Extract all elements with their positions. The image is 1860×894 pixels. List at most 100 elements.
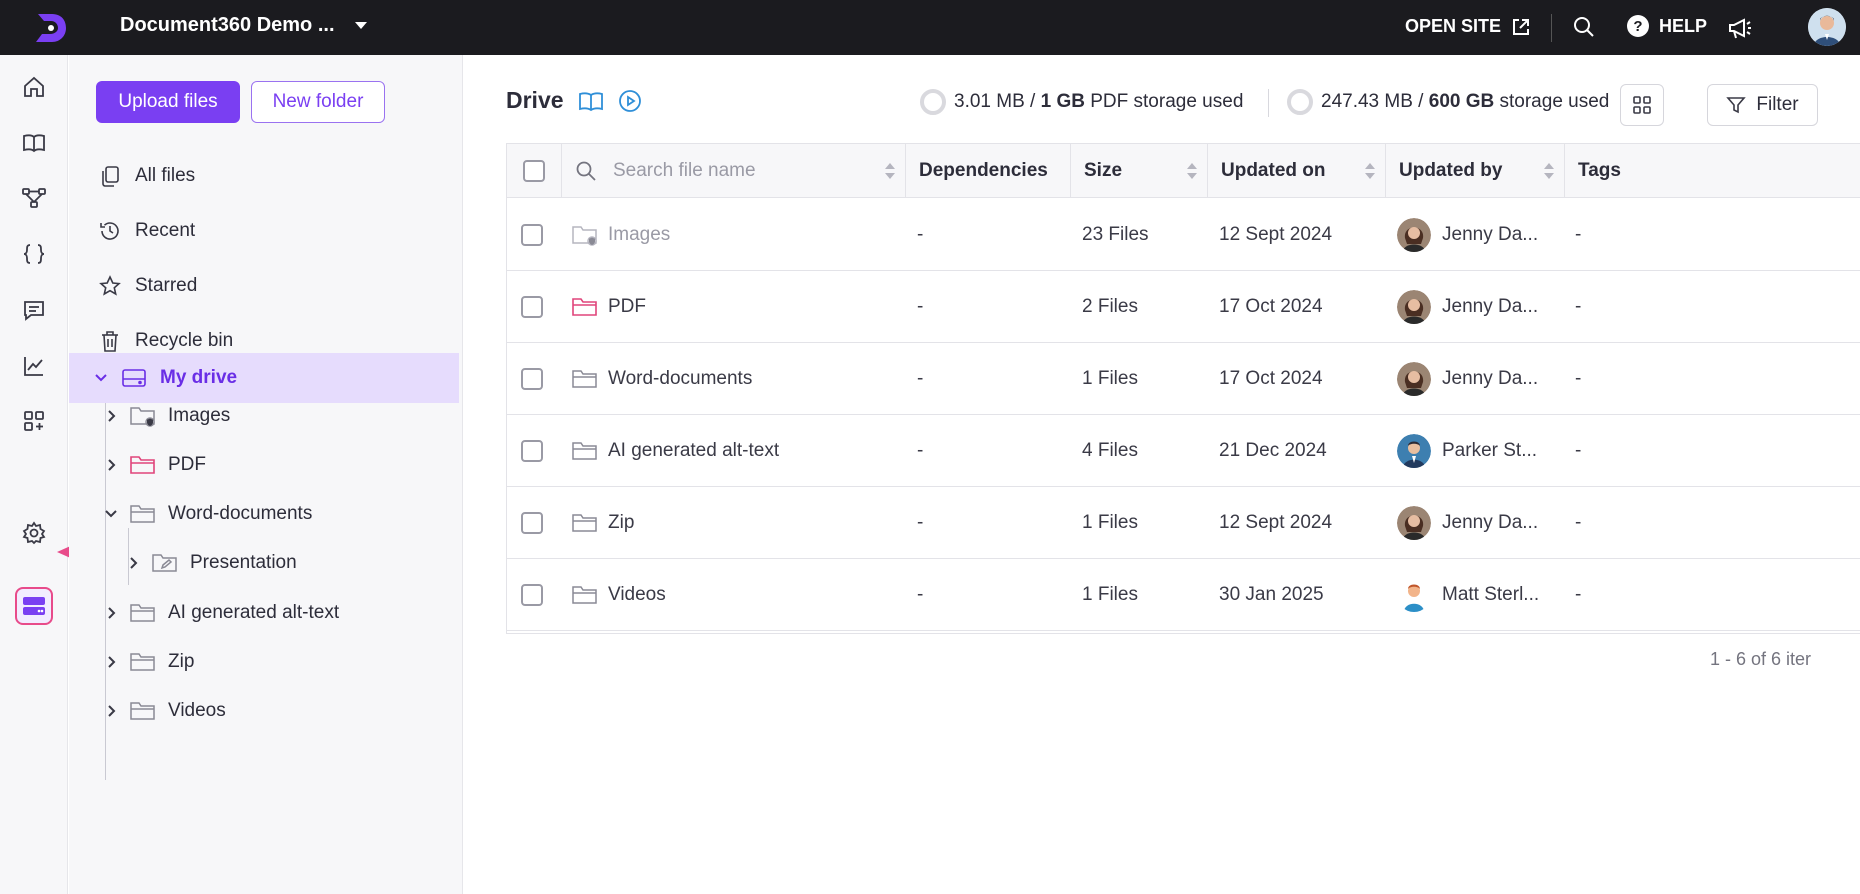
file-name-cell[interactable]: Images — [572, 199, 670, 271]
file-name: PDF — [608, 296, 646, 317]
help-button[interactable]: ? HELP — [1627, 15, 1707, 37]
nav-all-files[interactable]: All files — [99, 161, 195, 191]
updated-on-cell: 21 Dec 2024 — [1219, 440, 1327, 461]
main-content: Drive 3.01 MB / 1 GB PDF storage used 24… — [463, 55, 1860, 894]
tags-cell: - — [1575, 224, 1582, 245]
row-checkbox[interactable] — [521, 512, 543, 534]
tags-cell: - — [1575, 512, 1582, 533]
chevron-right-icon[interactable] — [104, 606, 118, 620]
tree-item-zip[interactable]: Zip — [104, 647, 194, 677]
book-icon[interactable] — [578, 90, 604, 112]
row-checkbox[interactable] — [521, 224, 543, 246]
settings-icon[interactable] — [20, 519, 48, 547]
project-switcher[interactable]: Document360 Demo ... — [120, 14, 367, 37]
size-cell: 1 Files — [1082, 512, 1138, 533]
open-site-label: OPEN SITE — [1405, 16, 1502, 36]
workflow-icon[interactable] — [20, 184, 48, 212]
file-name-cell[interactable]: Zip — [572, 487, 634, 559]
chevron-right-icon[interactable] — [104, 458, 118, 472]
feedback-icon[interactable] — [20, 296, 48, 324]
chevron-right-icon[interactable] — [104, 409, 118, 423]
tree-item-presentation[interactable]: Presentation — [126, 548, 297, 578]
integrations-icon[interactable] — [20, 407, 48, 435]
avatar — [1397, 362, 1431, 396]
api-braces-icon[interactable] — [20, 240, 48, 268]
chevron-down-icon[interactable] — [104, 507, 118, 521]
chevron-right-icon[interactable] — [126, 556, 140, 570]
analytics-icon[interactable] — [20, 352, 48, 380]
folder-icon — [130, 604, 155, 622]
chevron-down-icon[interactable] — [94, 371, 108, 385]
updated-by-cell: Matt Sterl... — [1397, 559, 1539, 631]
table-row[interactable]: Zip - 1 Files 12 Sept 2024 Jenny Da... - — [507, 487, 1860, 559]
nav-starred[interactable]: Starred — [99, 271, 197, 301]
file-name-cell[interactable]: Videos — [572, 559, 666, 631]
chevron-right-icon[interactable] — [104, 655, 118, 669]
tree-item-images[interactable]: Images — [104, 401, 230, 431]
file-name: Images — [608, 224, 671, 245]
table-row[interactable]: AI generated alt-text - 4 Files 21 Dec 2… — [507, 415, 1860, 487]
user-avatar[interactable] — [1808, 8, 1846, 46]
select-all-cell — [507, 144, 561, 198]
updated-on-cell: 12 Sept 2024 — [1219, 512, 1333, 533]
open-site-link[interactable]: OPEN SITE — [1405, 16, 1531, 37]
folder-icon — [130, 505, 155, 523]
col-label: Updated on — [1221, 160, 1326, 181]
row-checkbox[interactable] — [521, 584, 543, 606]
new-folder-button[interactable]: New folder — [251, 81, 385, 123]
nav-recent[interactable]: Recent — [99, 216, 195, 246]
col-updated-by[interactable]: Updated by — [1385, 144, 1564, 198]
row-checkbox[interactable] — [521, 296, 543, 318]
nav-recycle-bin[interactable]: Recycle bin — [99, 326, 233, 356]
user-name: Jenny Da... — [1442, 224, 1539, 245]
filter-button[interactable]: Filter — [1707, 84, 1818, 126]
col-label: Tags — [1578, 160, 1621, 181]
storage-text: 247.43 MB / 600 GB storage used — [1321, 91, 1610, 112]
search-icon[interactable] — [1572, 15, 1596, 39]
avatar — [1397, 290, 1431, 324]
history-icon — [99, 220, 121, 242]
table-row[interactable]: Word-documents - 1 Files 17 Oct 2024 Jen… — [507, 343, 1860, 415]
grid-view-button[interactable] — [1620, 84, 1664, 126]
dependencies-cell: - — [917, 584, 924, 605]
file-name-cell[interactable]: PDF — [572, 271, 646, 343]
table-row[interactable]: Videos - 1 Files 30 Jan 2025 Matt Sterl.… — [507, 559, 1860, 631]
search-input[interactable]: Search file name — [613, 160, 756, 182]
file-name-cell[interactable]: AI generated alt-text — [572, 415, 779, 487]
tree-item-videos[interactable]: Videos — [104, 696, 226, 726]
user-name: Parker St... — [1442, 440, 1538, 461]
table-header: Search file name Dependencies Size Updat… — [507, 144, 1860, 198]
tree-label: PDF — [168, 454, 206, 475]
upload-files-button[interactable]: Upload files — [96, 81, 240, 123]
updated-on-cell: 30 Jan 2025 — [1219, 584, 1324, 605]
sort-icon[interactable] — [1544, 163, 1554, 179]
col-dependencies: Dependencies — [905, 144, 1070, 198]
pdf-storage-indicator: 3.01 MB / 1 GB PDF storage used — [920, 89, 1243, 115]
col-size[interactable]: Size — [1070, 144, 1207, 198]
row-checkbox[interactable] — [521, 368, 543, 390]
my-drive-item[interactable]: My drive — [69, 353, 459, 403]
drive-icon[interactable] — [15, 587, 53, 625]
select-all-checkbox[interactable] — [523, 160, 545, 182]
avatar — [1397, 218, 1431, 252]
tree-item-pdf[interactable]: PDF — [104, 450, 206, 480]
megaphone-icon[interactable] — [1727, 15, 1753, 41]
row-checkbox[interactable] — [521, 440, 543, 462]
play-video-icon[interactable] — [618, 89, 642, 113]
col-updated-on[interactable]: Updated on — [1207, 144, 1385, 198]
table-row[interactable]: PDF - 2 Files 17 Oct 2024 Jenny Da... - — [507, 271, 1860, 343]
document360-logo[interactable] — [30, 8, 70, 48]
tree-item-ai-generated-alt-text[interactable]: AI generated alt-text — [104, 598, 339, 628]
book-icon[interactable] — [20, 129, 48, 157]
tree-item-word-documents[interactable]: Word-documents — [104, 499, 312, 529]
sort-icon[interactable] — [1187, 163, 1197, 179]
file-name: Word-documents — [608, 368, 753, 389]
chevron-right-icon[interactable] — [104, 704, 118, 718]
sort-icon[interactable] — [1365, 163, 1375, 179]
sort-icon[interactable] — [885, 163, 895, 179]
tags-cell: - — [1575, 296, 1582, 317]
file-name-cell[interactable]: Word-documents — [572, 343, 752, 415]
table-row[interactable]: Images - 23 Files 12 Sept 2024 Jenny Da.… — [507, 199, 1860, 271]
home-icon[interactable] — [20, 73, 48, 101]
tags-cell: - — [1575, 584, 1582, 605]
